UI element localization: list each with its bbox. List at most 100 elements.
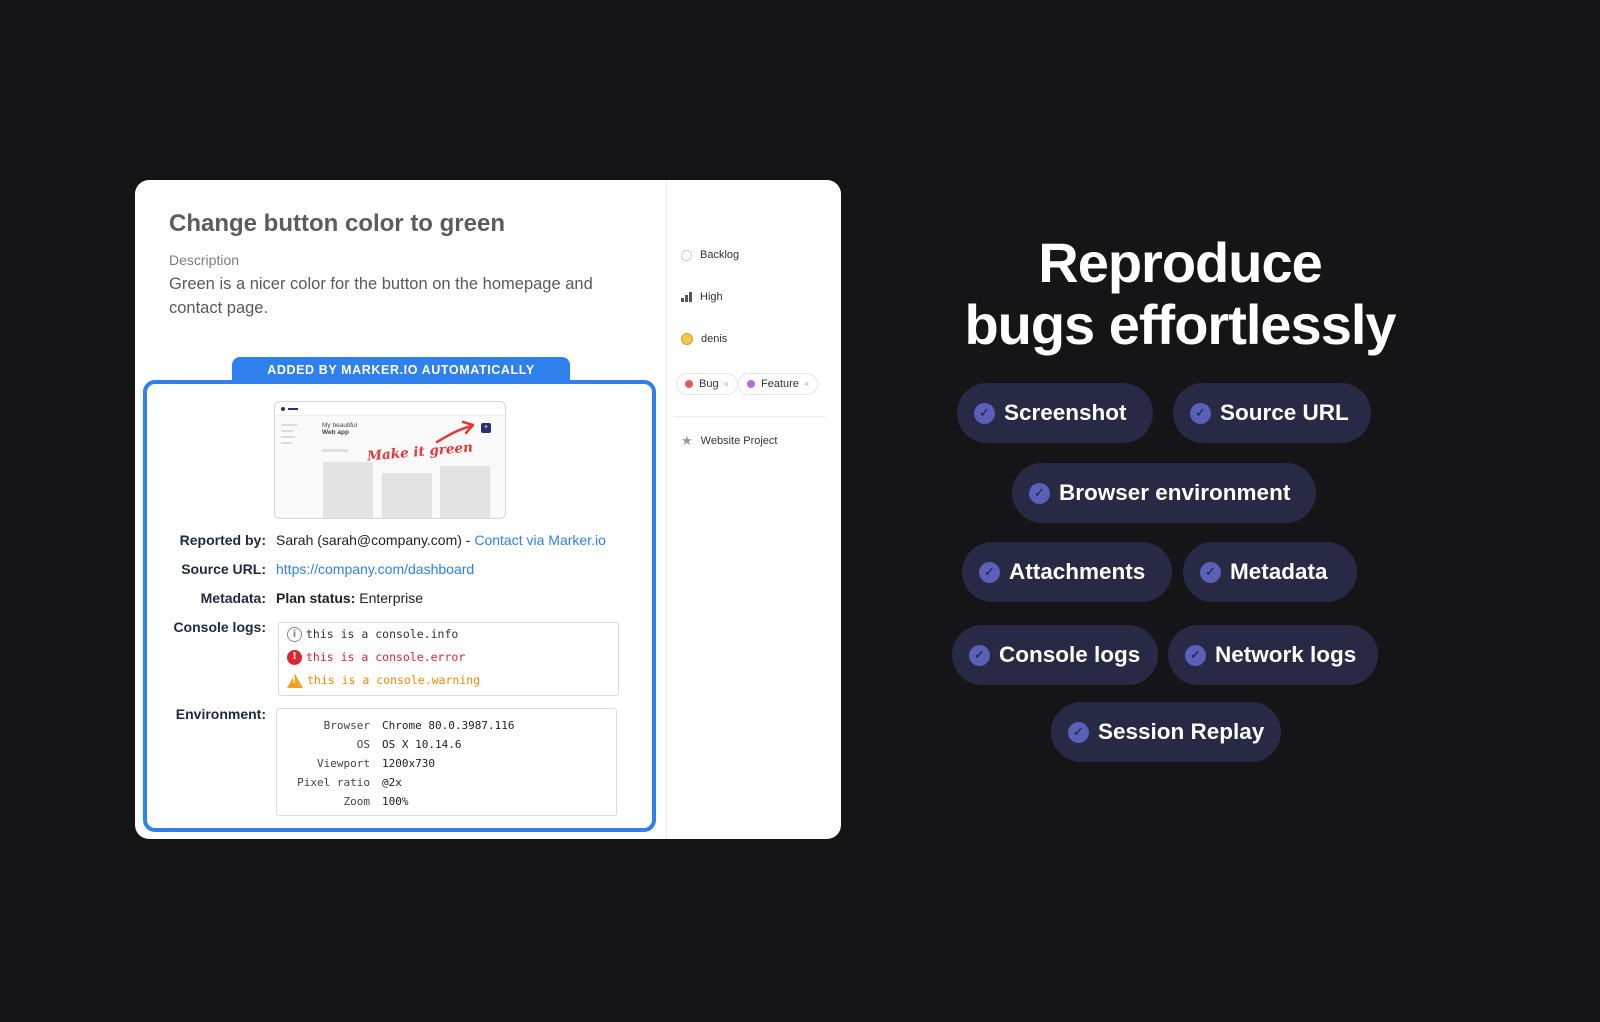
remove-tag-icon[interactable]: ×: [804, 379, 809, 389]
console-logs-label: Console logs:: [173, 619, 266, 635]
error-icon: !: [287, 650, 302, 665]
console-logs-box[interactable]: i this is a console.info ! this is a conso…: [278, 622, 619, 696]
tag-label: Feature: [761, 378, 799, 390]
check-icon: ✓: [1185, 645, 1206, 666]
feature-pill-metadata: ✓ Metadata: [1183, 542, 1357, 602]
avatar: [681, 333, 693, 346]
feature-label: Screenshot: [1004, 400, 1127, 425]
feature-pill-console-logs: ✓ Console logs: [952, 625, 1158, 685]
priority-field[interactable]: High: [681, 291, 723, 303]
assignee-value: denis: [701, 333, 728, 345]
star-icon: ★: [681, 433, 693, 448]
feature-pill-browser-environment: ✓ Browser environment: [1012, 463, 1316, 523]
thumbnail-app-title-line2: Web app: [322, 429, 349, 436]
check-icon: ✓: [1029, 483, 1050, 504]
feature-pill-screenshot: ✓ Screenshot: [957, 383, 1153, 443]
metadata-key: Plan status:: [276, 590, 356, 606]
thumbnail-logo-icon: [281, 407, 285, 411]
headline-line-2: bugs effortlessly: [964, 293, 1396, 356]
side-divider: [674, 416, 826, 417]
description-label: Description: [169, 252, 240, 268]
remove-tag-icon[interactable]: ×: [724, 379, 729, 389]
source-url-link[interactable]: https://company.com/dashboard: [276, 561, 474, 577]
environment-key: Pixel ratio: [297, 776, 370, 789]
environment-value: OS X 10.14.6: [382, 738, 462, 751]
annotation-text: Make it green: [366, 439, 474, 465]
reporter-name: Sarah (sarah@company.com) -: [276, 532, 475, 548]
headline-line-1: Reproduce: [1038, 231, 1323, 294]
description-text[interactable]: Green is a nicer color for the button on…: [169, 272, 629, 320]
status-value: Backlog: [700, 249, 740, 261]
thumbnail-sidebar-line: [281, 430, 293, 432]
console-log-text: this is a console.error: [306, 650, 466, 664]
environment-box[interactable]: Browser Chrome 80.0.3987.116 OS OS X 10.14…: [276, 708, 617, 816]
thumbnail-chart-bar: [382, 473, 432, 518]
check-icon: ✓: [979, 562, 1000, 583]
feature-label: Browser environment: [1059, 480, 1291, 505]
tag-feature[interactable]: Feature ×: [738, 373, 819, 395]
metadata-value: Plan status: Enterprise: [276, 590, 423, 606]
environment-value: Chrome 80.0.3987.116: [382, 719, 515, 732]
thumbnail-sidebar-line: [281, 424, 297, 426]
feature-pill-network-logs: ✓ Network logs: [1168, 625, 1378, 685]
check-icon: ✓: [969, 645, 990, 666]
assignee-field[interactable]: denis: [681, 333, 728, 346]
thumbnail-chart-bar: [440, 466, 490, 518]
contact-link[interactable]: Contact via Marker.io: [474, 532, 606, 548]
console-log-warning: ! this is a console.warning: [287, 673, 480, 688]
feature-label: Console logs: [999, 642, 1141, 667]
thumbnail-topbar: [275, 402, 505, 416]
thumbnail-app-title-line1: My beautiful: [322, 422, 358, 429]
feature-pill-source-url: ✓ Source URL: [1173, 383, 1371, 443]
console-log-text: this is a console.info: [306, 627, 459, 641]
reported-by-value: Sarah (sarah@company.com) - Contact via …: [276, 532, 606, 548]
tag-label: Bug: [699, 378, 719, 390]
tag-color-dot: [747, 380, 755, 388]
feature-pill-session-replay: ✓ Session Replay: [1051, 702, 1281, 762]
console-log-info: i this is a console.info: [287, 627, 458, 642]
check-icon: ✓: [1190, 403, 1211, 424]
check-icon: ✓: [1068, 722, 1089, 743]
thumbnail-chart-bar: [323, 462, 373, 518]
tag-bug[interactable]: Bug ×: [676, 373, 738, 395]
environment-key: Browser: [323, 719, 370, 732]
environment-key: OS: [356, 738, 370, 751]
feature-label: Metadata: [1230, 559, 1328, 584]
issue-title[interactable]: Change button color to green: [169, 210, 505, 238]
environment-key: Zoom: [343, 795, 371, 808]
screenshot-thumbnail[interactable]: My beautiful Web app + Make it green: [274, 401, 506, 519]
reported-by-label: Reported by:: [179, 532, 266, 548]
feature-label: Source URL: [1220, 400, 1349, 425]
warning-icon: !: [287, 673, 303, 688]
issue-card: Change button color to green Description…: [135, 180, 841, 839]
tag-color-dot: [685, 380, 693, 388]
thumbnail-sidebar-line: [281, 442, 292, 444]
environment-value: 100%: [382, 795, 409, 808]
console-log-error: ! this is a console.error: [287, 650, 465, 665]
backlog-status-icon: [681, 249, 692, 261]
issue-main-panel: Change button color to green Description…: [135, 180, 666, 839]
auto-added-section: My beautiful Web app + Make it green Rep…: [143, 380, 656, 832]
feature-pill-attachments: ✓ Attachments: [962, 542, 1172, 602]
source-url-label: Source URL:: [181, 561, 266, 577]
priority-value: High: [700, 291, 723, 303]
metadata-text: Enterprise: [355, 590, 424, 606]
environment-value: 1200x730: [382, 757, 435, 770]
project-field[interactable]: ★ Website Project: [681, 433, 777, 449]
info-icon: i: [287, 627, 302, 642]
environment-value: @2x: [382, 776, 402, 789]
feature-label: Attachments: [1009, 559, 1146, 584]
thumbnail-sidebar-line: [281, 436, 295, 438]
priority-bars-icon: [681, 292, 692, 303]
status-field[interactable]: Backlog: [681, 249, 739, 261]
environment-key: Viewport: [317, 757, 370, 770]
check-icon: ✓: [1200, 562, 1221, 583]
project-value: Website Project: [700, 434, 778, 447]
thumbnail-logo-text: [288, 408, 298, 410]
thumbnail-placeholder: [322, 449, 348, 452]
check-icon: ✓: [974, 403, 995, 424]
thumbnail-app-title: My beautiful Web app: [322, 422, 357, 436]
feature-label: Network logs: [1215, 642, 1357, 667]
metadata-label: Metadata:: [200, 590, 266, 606]
environment-label: Environment:: [175, 706, 266, 722]
